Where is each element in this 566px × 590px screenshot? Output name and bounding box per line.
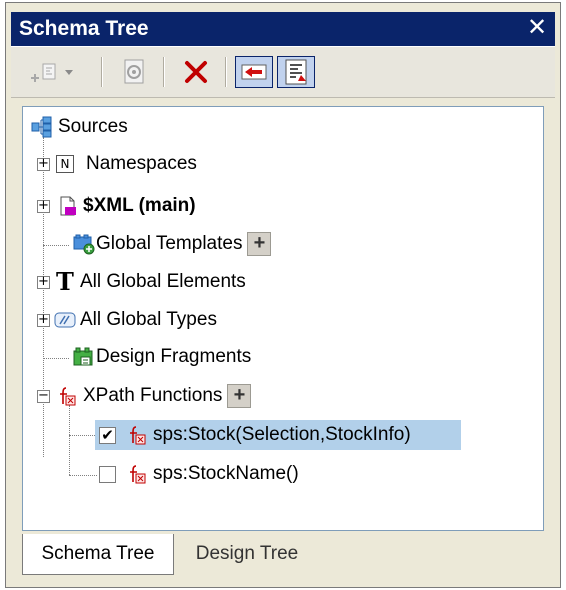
window-title: Schema Tree [19,17,149,40]
tab-design-tree[interactable]: Design Tree [172,534,322,574]
schema-tree-panel: Sources + N Namespaces + $XML (main) Glo… [22,106,544,531]
function-icon [60,387,76,406]
elements-icon: T [56,267,74,296]
sources-icon [31,116,52,138]
function-item-stock[interactable]: ✔ sps:Stock(Selection,StockInfo) [95,420,461,450]
design-fragments-icon [73,347,93,366]
expand-icon[interactable]: + [37,275,50,289]
add-element-icon [31,63,73,82]
toolbar-separator [225,57,227,87]
tree-item-label: Design Fragments [96,346,252,367]
tree-item-label: sps:StockName() [153,463,299,484]
arrow-left-icon [241,64,267,80]
tab-bar: Schema Tree Design Tree [22,534,544,578]
tree-item-all-global-elements[interactable]: + T All Global Elements [37,267,246,297]
function-checkbox[interactable]: ✔ [99,426,116,444]
tree-item-label: $XML (main) [83,195,196,216]
go-back-button[interactable] [235,56,273,88]
function-icon [130,426,146,445]
tree-item-namespaces[interactable]: + N Namespaces [37,149,197,179]
tree-item-global-templates[interactable]: Global Templates + [73,229,272,259]
tree-guide-line [69,435,97,436]
toolbar [11,46,555,98]
toolbar-separator [163,57,165,87]
delete-icon [185,61,207,83]
tab-schema-tree[interactable]: Schema Tree [22,534,174,575]
properties-icon [124,59,144,84]
tree-item-label: sps:Stock(Selection,StockInfo) [153,424,411,445]
close-icon[interactable]: ✕ [523,14,551,42]
toolbar-separator [101,57,103,87]
global-templates-icon [73,234,95,255]
tree-item-label: All Global Types [80,309,217,330]
add-element-button[interactable] [27,56,79,88]
xml-file-icon [60,196,76,216]
expand-icon[interactable]: + [37,313,50,327]
delete-button[interactable] [179,56,213,88]
types-icon [54,312,76,328]
namespaces-icon: N [56,155,74,173]
sort-icon [285,59,307,85]
tree-item-label: XPath Functions [83,385,223,406]
tree-guide-line [43,245,69,246]
function-item-stockname[interactable]: sps:StockName() [99,459,299,489]
tree-item-design-fragments[interactable]: Design Fragments [73,342,251,372]
expand-icon[interactable]: + [37,199,50,213]
tree-item-all-global-types[interactable]: + All Global Types [37,305,217,335]
tree-item-label: Namespaces [86,153,197,174]
add-template-button[interactable]: + [247,232,272,256]
tree-item-label: Global Templates [96,233,243,254]
collapse-icon[interactable]: − [37,389,50,403]
tree-root-sources[interactable]: Sources [31,112,128,142]
properties-button[interactable] [117,56,151,88]
tree-item-xml-main[interactable]: + $XML (main) [37,191,196,221]
function-icon [130,465,146,484]
expand-icon[interactable]: + [37,157,50,171]
title-bar: Schema Tree ✕ [11,12,555,46]
tree-guide-line [69,475,97,476]
sort-button[interactable] [277,56,315,88]
function-checkbox[interactable] [99,465,116,483]
add-function-button[interactable]: + [227,384,252,408]
tree-item-xpath-functions[interactable]: − XPath Functions + [37,381,252,411]
tree-item-label: All Global Elements [80,271,246,292]
tree-guide-line [69,405,70,475]
tree-guide-line [43,358,69,359]
tree-item-label: Sources [58,116,128,137]
